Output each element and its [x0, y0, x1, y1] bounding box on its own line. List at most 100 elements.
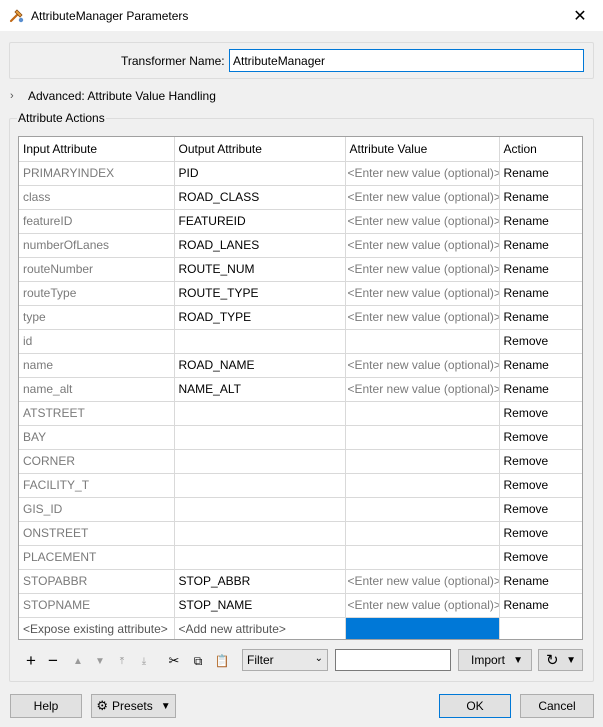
action-cell[interactable]: Rename [499, 593, 582, 618]
attribute-value-cell[interactable]: <Enter new value (optional)> [345, 305, 500, 330]
column-header-input[interactable]: Input Attribute [19, 137, 175, 162]
attribute-value-cell[interactable] [345, 545, 500, 570]
ok-button[interactable]: OK [439, 694, 511, 718]
input-attribute-cell[interactable]: featureID [19, 209, 175, 234]
move-up-icon[interactable]: ▲ [71, 652, 85, 670]
cut-icon[interactable]: ✂ [166, 652, 182, 670]
table-row[interactable]: PLACEMENT Remove [19, 545, 582, 570]
table-row[interactable]: PRIMARYINDEX PID <Enter new value (optiona… [19, 161, 582, 186]
attribute-value-cell[interactable]: <Enter new value (optional)> [345, 257, 500, 282]
output-attribute-cell[interactable] [174, 329, 346, 354]
attribute-value-cell[interactable]: <Enter new value (optional)> [345, 281, 500, 306]
input-attribute-cell[interactable]: id [19, 329, 175, 354]
attribute-value-cell[interactable]: <Enter new value (optional)> [345, 569, 500, 594]
attribute-value-cell[interactable] [345, 449, 500, 474]
action-cell[interactable]: Rename [499, 185, 582, 210]
output-attribute-cell[interactable]: NAME_ALT [174, 377, 346, 402]
table-row[interactable]: STOPABBR STOP_ABBR <Enter new value (optio… [19, 569, 582, 594]
filter-dropdown[interactable]: Filter ⌄ [242, 649, 328, 671]
plus-icon[interactable]: + [23, 651, 39, 670]
output-attribute-cell[interactable]: STOP_ABBR [174, 569, 346, 594]
table-row[interactable]: name ROAD_NAME <Enter new value (optional)… [19, 353, 582, 378]
table-row[interactable]: FACILITY_T Remove [19, 473, 582, 498]
action-cell[interactable]: Rename [499, 377, 582, 402]
action-cell[interactable]: Rename [499, 233, 582, 258]
action-cell[interactable]: Rename [499, 257, 582, 282]
output-attribute-cell[interactable]: ROAD_TYPE [174, 305, 346, 330]
table-row[interactable]: routeType ROUTE_TYPE <Enter new value (opt… [19, 281, 582, 306]
move-down-icon[interactable]: ▼ [93, 652, 107, 670]
new-attribute-row[interactable]: <Expose existing attribute> <Add new attr… [19, 617, 582, 639]
filter-input[interactable] [335, 649, 451, 671]
table-row[interactable]: featureID FEATUREID <Enter new value (opti… [19, 209, 582, 234]
input-attribute-cell[interactable]: routeType [19, 281, 175, 306]
table-row[interactable]: GIS_ID Remove [19, 497, 582, 522]
input-attribute-cell[interactable]: PLACEMENT [19, 545, 175, 570]
attribute-value-cell[interactable] [345, 497, 500, 522]
output-attribute-cell[interactable]: ROAD_LANES [174, 233, 346, 258]
column-header-value[interactable]: Attribute Value [345, 137, 500, 162]
input-attribute-cell[interactable]: FACILITY_T [19, 473, 175, 498]
presets-button[interactable]: ⚙ Presets ▼ [91, 694, 176, 718]
attribute-value-cell[interactable]: <Enter new value (optional)> [345, 233, 500, 258]
table-row[interactable]: type ROAD_TYPE <Enter new value (optional)… [19, 305, 582, 330]
output-attribute-cell[interactable]: PID [174, 161, 346, 186]
output-attribute-cell[interactable] [174, 473, 346, 498]
attribute-value-cell[interactable]: <Enter new value (optional)> [345, 593, 500, 618]
paste-icon[interactable]: 📋 [214, 652, 230, 670]
advanced-section-toggle[interactable]: › Advanced: Attribute Value Handling [10, 89, 216, 103]
action-cell[interactable]: Rename [499, 281, 582, 306]
table-row[interactable]: CORNER Remove [19, 449, 582, 474]
input-attribute-cell[interactable]: ATSTREET [19, 401, 175, 426]
attribute-value-cell[interactable] [345, 329, 500, 354]
output-attribute-cell[interactable]: ROUTE_TYPE [174, 281, 346, 306]
new-action-cell[interactable] [499, 617, 582, 639]
table-row[interactable]: ONSTREET Remove [19, 521, 582, 546]
input-attribute-cell[interactable]: STOPNAME [19, 593, 175, 618]
output-attribute-cell[interactable] [174, 545, 346, 570]
input-attribute-cell[interactable]: GIS_ID [19, 497, 175, 522]
table-row[interactable]: BAY Remove [19, 425, 582, 450]
table-row[interactable]: id Remove [19, 329, 582, 354]
minus-icon[interactable]: − [45, 651, 61, 670]
attribute-value-cell[interactable]: <Enter new value (optional)> [345, 377, 500, 402]
output-attribute-cell[interactable] [174, 521, 346, 546]
table-row[interactable]: class ROAD_CLASS <Enter new value (optiona… [19, 185, 582, 210]
import-button[interactable]: Import ▼ [458, 649, 532, 671]
table-row[interactable]: name_alt NAME_ALT <Enter new value (option… [19, 377, 582, 402]
output-attribute-cell[interactable]: FEATUREID [174, 209, 346, 234]
input-attribute-cell[interactable]: ONSTREET [19, 521, 175, 546]
action-cell[interactable]: Rename [499, 161, 582, 186]
attribute-value-cell[interactable] [345, 401, 500, 426]
input-attribute-cell[interactable]: PRIMARYINDEX [19, 161, 175, 186]
action-cell[interactable]: Remove [499, 425, 582, 450]
action-cell[interactable]: Rename [499, 569, 582, 594]
attribute-value-cell[interactable]: <Enter new value (optional)> [345, 185, 500, 210]
move-bottom-icon[interactable]: ⤓ [137, 652, 151, 670]
attribute-value-cell[interactable]: <Enter new value (optional)> [345, 353, 500, 378]
transformer-name-input[interactable] [229, 49, 584, 72]
output-attribute-cell[interactable]: STOP_NAME [174, 593, 346, 618]
action-cell[interactable]: Remove [499, 473, 582, 498]
output-attribute-cell[interactable] [174, 497, 346, 522]
attribute-value-cell[interactable]: <Enter new value (optional)> [345, 209, 500, 234]
close-icon[interactable]: ✕ [557, 0, 603, 32]
move-top-icon[interactable]: ⤒ [115, 652, 129, 670]
table-row[interactable]: STOPNAME STOP_NAME <Enter new value (optio… [19, 593, 582, 618]
action-cell[interactable]: Rename [499, 305, 582, 330]
action-cell[interactable]: Remove [499, 401, 582, 426]
output-attribute-cell[interactable] [174, 449, 346, 474]
attribute-value-cell[interactable] [345, 521, 500, 546]
table-row[interactable]: ATSTREET Remove [19, 401, 582, 426]
attribute-value-cell[interactable] [345, 425, 500, 450]
help-button[interactable]: Help [10, 694, 82, 718]
table-row[interactable]: numberOfLanes ROAD_LANES <Enter new value … [19, 233, 582, 258]
input-attribute-cell[interactable]: STOPABBR [19, 569, 175, 594]
cancel-button[interactable]: Cancel [520, 694, 594, 718]
selected-value-cell[interactable] [345, 617, 500, 639]
input-attribute-cell[interactable]: name [19, 353, 175, 378]
output-attribute-cell[interactable] [174, 425, 346, 450]
add-attribute-cell[interactable]: <Add new attribute> [174, 617, 346, 639]
action-cell[interactable]: Remove [499, 497, 582, 522]
input-attribute-cell[interactable]: name_alt [19, 377, 175, 402]
